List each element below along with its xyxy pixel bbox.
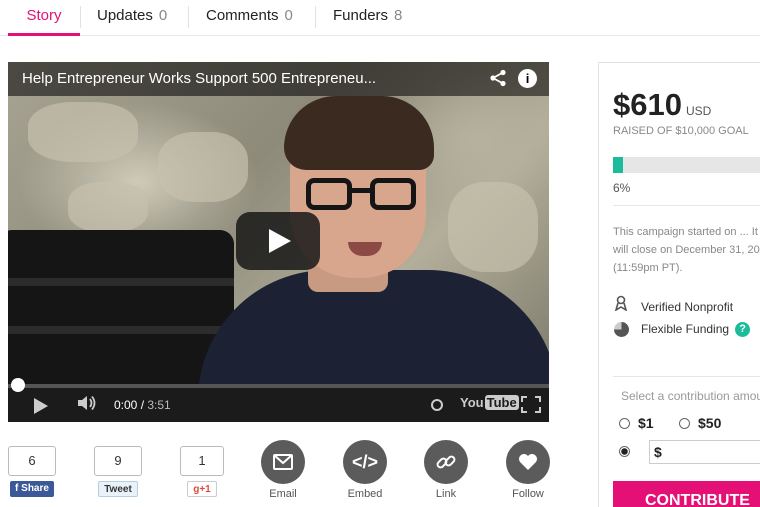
email-action[interactable]: Email xyxy=(253,440,313,500)
progress-bar[interactable] xyxy=(8,384,549,388)
button-label: Share xyxy=(21,483,49,494)
help-icon[interactable]: ? xyxy=(735,322,751,338)
volume-icon[interactable] xyxy=(76,394,98,417)
glasses-lens xyxy=(306,178,352,210)
button-label: +1 xyxy=(199,484,211,495)
link-action[interactable]: Link xyxy=(416,440,476,500)
code-icon: </> xyxy=(343,440,387,484)
tweet-count: 9 xyxy=(94,446,142,476)
facebook-share: 6 f Share xyxy=(8,446,56,497)
plusone-count: 1 xyxy=(180,446,224,476)
play-icon[interactable] xyxy=(34,398,48,414)
tab-story[interactable]: Story xyxy=(8,0,80,36)
percent-funded: 6% xyxy=(613,181,631,195)
option-label: $50 xyxy=(698,415,722,431)
button-label: Tweet xyxy=(104,484,132,495)
action-label: Follow xyxy=(512,488,544,500)
current-time: 0:00 xyxy=(114,398,138,412)
custom-amount-option[interactable] xyxy=(619,443,638,459)
amount-raised: $610 USD xyxy=(613,87,711,123)
custom-amount-input[interactable]: $ xyxy=(649,440,760,464)
radio-button[interactable] xyxy=(679,418,690,429)
contribute-button[interactable]: CONTRIBUTE xyxy=(613,481,760,507)
wall-stone xyxy=(448,182,538,272)
scrubber-handle[interactable] xyxy=(11,378,25,392)
funding-sidebar: $610 USD RAISED OF $10,000 GOAL 6% This c… xyxy=(598,62,760,507)
pie-icon xyxy=(613,322,629,338)
tab-count: 0 xyxy=(158,7,168,24)
tab-comments[interactable]: Comments 0 xyxy=(206,0,293,36)
embed-action[interactable]: </> Embed xyxy=(335,440,395,500)
contribution-option[interactable]: $50 xyxy=(679,415,721,431)
fullscreen-icon[interactable] xyxy=(521,396,541,413)
tab-divider xyxy=(80,6,81,28)
youtube-logo[interactable]: You Tube xyxy=(460,395,519,410)
ribbon-icon xyxy=(613,295,629,314)
funding-progress-fill xyxy=(613,157,623,173)
tab-label: Funders xyxy=(333,7,389,24)
radio-button-selected[interactable] xyxy=(619,446,630,457)
tab-label: Story xyxy=(26,7,62,24)
video-controls: 0:00 / 3:51 You Tube xyxy=(8,378,549,422)
verified-label: Verified Nonprofit xyxy=(641,300,734,314)
tweet-button[interactable]: Tweet xyxy=(98,481,138,497)
duration: 3:51 xyxy=(147,398,171,412)
currency-label: USD xyxy=(685,104,712,118)
drum-band xyxy=(8,278,234,286)
tab-divider xyxy=(315,6,316,28)
campaign-tabs: Story Updates 0 Comments 0 Funders 8 xyxy=(0,0,760,36)
verified-nonprofit: Verified Nonprofit xyxy=(613,295,733,314)
info-icon[interactable]: i xyxy=(518,69,537,88)
contribution-hint: Select a contribution amount xyxy=(621,389,760,403)
tab-divider xyxy=(188,6,189,28)
glasses-lens xyxy=(370,178,416,210)
heart-icon xyxy=(506,440,550,484)
time-display: 0:00 / 3:51 xyxy=(114,398,171,412)
pie-shape xyxy=(613,322,629,338)
follow-action[interactable]: Follow xyxy=(498,440,558,500)
option-label: $1 xyxy=(638,415,654,431)
action-label: Embed xyxy=(347,488,383,500)
googleplus-button[interactable]: g+1 xyxy=(187,481,217,497)
divider xyxy=(613,205,760,206)
tab-updates[interactable]: Updates 0 xyxy=(97,0,167,36)
glasses-bridge xyxy=(350,188,372,193)
contribution-option[interactable]: $1 xyxy=(619,415,654,431)
tab-count: 8 xyxy=(394,7,403,24)
facebook-share-button[interactable]: f Share xyxy=(10,481,54,497)
twitter-share: 9 Tweet xyxy=(94,446,142,497)
tab-funders[interactable]: Funders 8 xyxy=(333,0,402,36)
amount-value: $610 xyxy=(613,87,682,122)
link-icon xyxy=(424,440,468,484)
envelope-icon xyxy=(261,440,305,484)
contribution-box: Select a contribution amount $1 $50 $ xyxy=(613,376,760,466)
video-title[interactable]: Help Entrepreneur Works Support 500 Entr… xyxy=(22,70,376,87)
share-icon[interactable] xyxy=(489,69,507,92)
campaign-dates: This campaign started on ... It will clo… xyxy=(613,226,760,274)
play-button[interactable] xyxy=(236,212,320,270)
wall-stone xyxy=(158,132,248,202)
tab-label: Updates xyxy=(97,7,153,24)
logo-text: Tube xyxy=(484,395,519,410)
flexible-funding: Flexible Funding? xyxy=(613,322,751,338)
funding-label: Flexible Funding xyxy=(641,322,730,336)
googleplus-share: 1 g+1 xyxy=(180,446,224,497)
play-icon xyxy=(269,229,291,253)
tab-count: 0 xyxy=(284,7,293,24)
radio-button[interactable] xyxy=(619,418,630,429)
action-label: Link xyxy=(435,488,457,500)
drum-band xyxy=(8,326,234,334)
share-count: 6 xyxy=(8,446,56,476)
drum-object xyxy=(8,230,234,390)
wall-stone xyxy=(28,102,138,162)
person-hair xyxy=(284,96,434,170)
goal-text: RAISED OF $10,000 GOAL xyxy=(613,125,749,137)
action-label: Email xyxy=(269,488,297,500)
watch-later-icon[interactable] xyxy=(431,399,443,411)
video-player[interactable]: Help Entrepreneur Works Support 500 Entr… xyxy=(8,62,549,422)
wall-stone xyxy=(68,182,148,232)
funding-progress-bar xyxy=(613,157,760,173)
logo-text: You xyxy=(460,395,484,410)
tab-label: Comments xyxy=(206,7,279,24)
